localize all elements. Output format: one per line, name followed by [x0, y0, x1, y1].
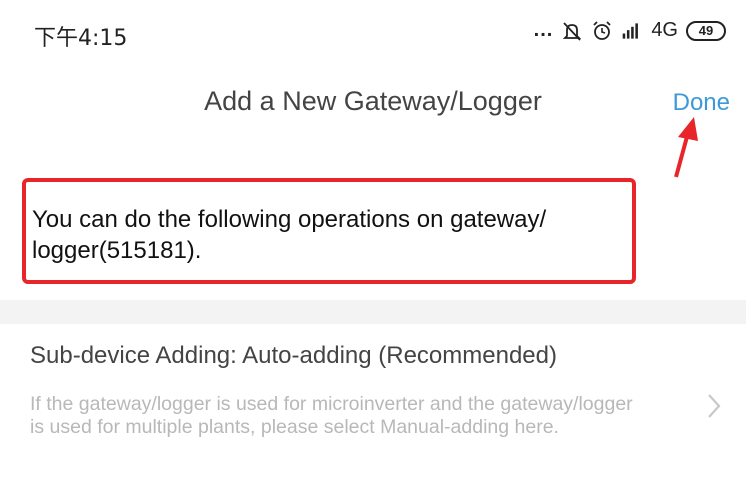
section-divider [0, 300, 746, 324]
status-icons: ... 4G 49 [534, 19, 726, 42]
chevron-right-icon [708, 394, 721, 418]
alarm-icon [593, 20, 611, 40]
status-time: 下午4:15 [34, 26, 128, 51]
battery-level: 49 [698, 23, 714, 38]
notice-text: You can do the following operations on g… [32, 206, 547, 264]
battery-icon: 49 [686, 20, 726, 41]
notice-box: You can do the following operations on g… [22, 178, 636, 284]
sub-device-title: Sub-device Adding: Auto-adding (Recommen… [30, 342, 557, 369]
signal-icon [623, 22, 639, 39]
more-dots: ... [533, 19, 554, 41]
status-bar: 下午4:15 ... 4G 49 [0, 0, 746, 62]
page-title: Add a New Gateway/Logger [204, 86, 542, 116]
nav-header: Add a New Gateway/Logger Done [0, 72, 746, 132]
mute-icon [563, 21, 582, 41]
arrow-annotation [674, 117, 698, 178]
network-type: 4G [651, 19, 678, 41]
sub-device-description: If the gateway/logger is used for microi… [30, 393, 633, 438]
